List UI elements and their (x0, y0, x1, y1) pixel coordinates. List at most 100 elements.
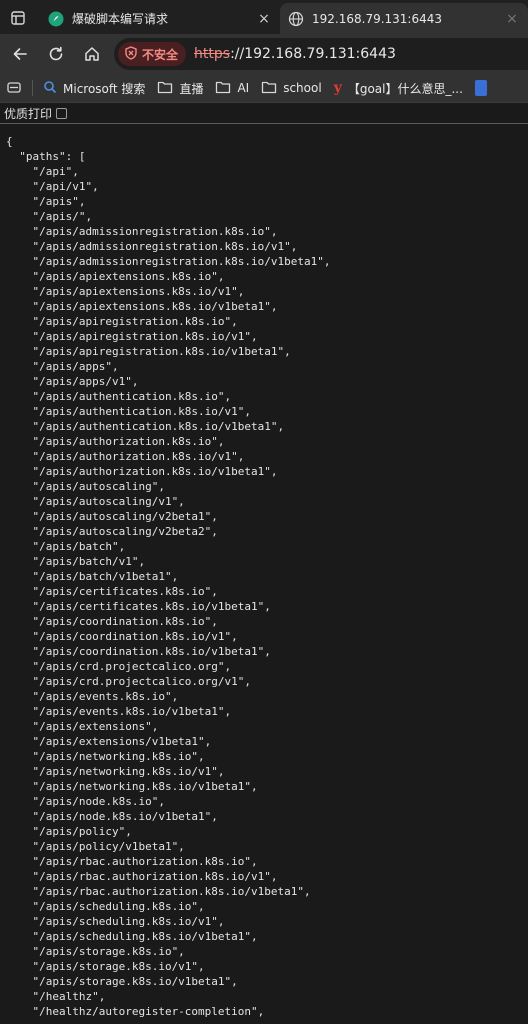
bookmark-label: 直播 (179, 81, 204, 96)
json-content: { "paths": [ "/api", "/api/v1", "/apis",… (6, 134, 526, 1019)
json-line: "/apis/admissionregistration.k8s.io", (6, 225, 278, 238)
json-line: "/apis/storage.k8s.io/v1", (6, 960, 205, 973)
toolbar: 不安全 https://192.168.79.131:6443 (0, 34, 528, 74)
json-line: "/apis/certificates.k8s.io", (6, 585, 218, 598)
json-line: "/apis/crd.projectcalico.org/v1", (6, 675, 252, 688)
json-line: "/apis/crd.projectcalico.org", (6, 660, 232, 673)
json-line: "/apis/apiregistration.k8s.io", (6, 315, 238, 328)
bookmark-label: Microsoft 搜索 (63, 81, 146, 96)
back-icon[interactable] (8, 42, 32, 66)
json-line: "/apis/autoscaling/v2beta1", (6, 510, 218, 523)
json-line: "/apis/authentication.k8s.io", (6, 390, 232, 403)
tab-search-icon (6, 79, 22, 98)
tab-inactive[interactable]: 爆破脚本编写请求 × (40, 3, 280, 34)
chat-app-icon (48, 11, 64, 27)
json-line: "/apis/", (6, 210, 93, 223)
json-line: "/apis", (6, 195, 86, 208)
tab-title: 192.168.79.131:6443 (312, 11, 443, 26)
bookmark-folder[interactable]: school (255, 76, 327, 100)
json-line: "/healthz/autoregister-completion", (6, 1005, 265, 1018)
bookmark-overflow-icon (474, 80, 487, 96)
json-line: "/apis/authorization.k8s.io", (6, 435, 225, 448)
security-chip[interactable]: 不安全 (118, 42, 187, 66)
json-line: "/apis/authentication.k8s.io/v1", (6, 405, 252, 418)
json-line: "/apis/policy", (6, 825, 132, 838)
youdao-icon: y (333, 80, 342, 96)
json-line: "/apis/coordination.k8s.io/v1", (6, 630, 238, 643)
pretty-print-label: 优质打印 (4, 106, 53, 121)
json-line: "/apis/rbac.authorization.k8s.io/v1beta1… (6, 885, 311, 898)
json-line: "/apis/scheduling.k8s.io", (6, 900, 205, 913)
json-line: "/apis/scheduling.k8s.io/v1", (6, 915, 225, 928)
bookmark-folder[interactable]: AI (209, 76, 255, 100)
divider (0, 123, 528, 124)
json-line: "/apis/admissionregistration.k8s.io/v1be… (6, 255, 331, 268)
tab-title: 爆破脚本编写请求 (72, 12, 169, 26)
json-line: "/apis/apps/v1", (6, 375, 139, 388)
pretty-print-checkbox[interactable] (56, 107, 68, 119)
bookmark-tab-search[interactable] (0, 76, 28, 100)
json-line: "/apis/policy/v1beta1", (6, 840, 185, 853)
url-scheme: https (194, 46, 231, 62)
bookmark-label: 【goal】什么意思_... (347, 81, 463, 96)
json-line: "/apis/rbac.authorization.k8s.io/v1", (6, 870, 278, 883)
json-line: "/apis/storage.k8s.io/v1beta1", (6, 975, 238, 988)
json-line: "/apis/apiextensions.k8s.io", (6, 270, 225, 283)
folder-icon (157, 80, 173, 97)
json-line: "/apis/batch/v1beta1", (6, 570, 179, 583)
json-line: "/apis/events.k8s.io", (6, 690, 179, 703)
json-line: "/apis/rbac.authorization.k8s.io", (6, 855, 258, 868)
json-line: "/apis/autoscaling", (6, 480, 165, 493)
bookmark-folder[interactable]: 直播 (151, 76, 209, 100)
pretty-print-bar: 优质打印 (0, 103, 528, 123)
url-host: ://192.168.79.131:6443 (230, 46, 396, 62)
url-text[interactable]: https://192.168.79.131:6443 (194, 46, 396, 62)
json-line: { (6, 135, 13, 148)
bookmark-label: AI (237, 81, 250, 95)
json-line: "/apis/networking.k8s.io/v1beta1", (6, 780, 258, 793)
bookmark-item[interactable]: Microsoft 搜索 (37, 76, 151, 100)
json-line: "/apis/autoscaling/v2beta2", (6, 525, 218, 538)
tab-strip: 爆破脚本编写请求 × 192.168.79.131:6443 × (0, 0, 528, 34)
json-line: "/apis/batch", (6, 540, 126, 553)
tab-active[interactable]: 192.168.79.131:6443 × (280, 3, 528, 34)
bookmark-separator (32, 80, 33, 96)
json-line: "/api", (6, 165, 79, 178)
json-line: "/apis/authorization.k8s.io/v1beta1", (6, 465, 278, 478)
close-tab-icon[interactable]: × (504, 11, 520, 27)
tab-actions-icon[interactable] (8, 8, 28, 28)
json-line: "/apis/node.k8s.io/v1beta1", (6, 810, 218, 823)
json-line: "/apis/apiextensions.k8s.io/v1", (6, 285, 245, 298)
json-line: "/apis/apiregistration.k8s.io/v1", (6, 330, 258, 343)
bookmarks-bar: Microsoft 搜索 直播 AI school y 【goal】什么意思_.… (0, 74, 528, 103)
reload-icon[interactable] (44, 42, 68, 66)
search-icon (43, 80, 57, 97)
json-line: "/apis/networking.k8s.io/v1", (6, 765, 225, 778)
not-secure-icon (124, 45, 138, 64)
json-line: "/apis/apiregistration.k8s.io/v1beta1", (6, 345, 291, 358)
json-line: "/apis/apiextensions.k8s.io/v1beta1", (6, 300, 278, 313)
security-label: 不安全 (142, 47, 179, 62)
json-line: "/apis/extensions/v1beta1", (6, 735, 212, 748)
address-bar[interactable]: 不安全 https://192.168.79.131:6443 (114, 38, 528, 70)
folder-icon (261, 80, 277, 97)
json-line: "/apis/autoscaling/v1", (6, 495, 185, 508)
json-line: "/apis/scheduling.k8s.io/v1beta1", (6, 930, 258, 943)
json-line: "/apis/extensions", (6, 720, 159, 733)
json-line: "/api/v1", (6, 180, 99, 193)
json-line: "/apis/storage.k8s.io", (6, 945, 185, 958)
bookmark-item[interactable] (469, 76, 493, 100)
close-tab-icon[interactable]: × (256, 11, 272, 27)
json-line: "/apis/admissionregistration.k8s.io/v1", (6, 240, 298, 253)
json-line: "/apis/networking.k8s.io", (6, 750, 205, 763)
json-line: "/apis/coordination.k8s.io", (6, 615, 218, 628)
json-line: "/apis/authorization.k8s.io/v1", (6, 450, 245, 463)
json-line: "/apis/apps", (6, 360, 119, 373)
json-line: "/apis/node.k8s.io", (6, 795, 165, 808)
bookmark-item[interactable]: y 【goal】什么意思_... (328, 76, 469, 100)
home-icon[interactable] (80, 42, 104, 66)
json-line: "/healthz", (6, 990, 106, 1003)
bookmark-label: school (283, 81, 322, 95)
json-line: "/apis/batch/v1", (6, 555, 146, 568)
folder-icon (215, 80, 231, 97)
